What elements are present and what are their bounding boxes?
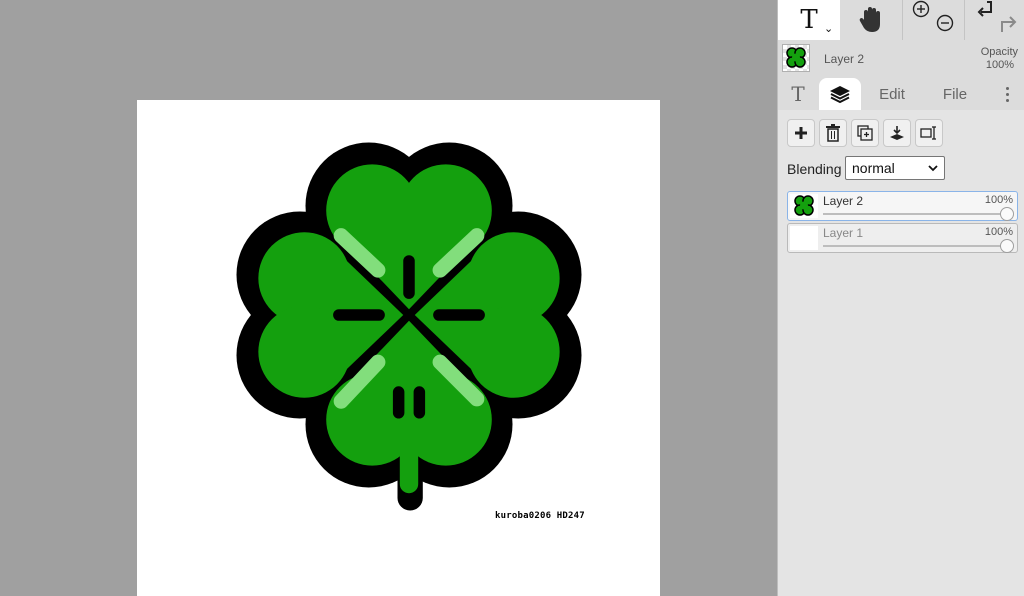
workspace: kuroba0206 HD247 bbox=[0, 0, 777, 596]
zoom-in-icon[interactable] bbox=[911, 0, 931, 20]
chevron-down-icon bbox=[928, 165, 938, 172]
merge-down-icon bbox=[890, 126, 904, 140]
tab-edit[interactable]: Edit bbox=[868, 78, 916, 110]
layer-properties-icon bbox=[920, 126, 936, 140]
blending-select[interactable]: normal bbox=[845, 156, 945, 180]
tab-file[interactable]: File bbox=[933, 78, 977, 110]
blending-value: normal bbox=[852, 160, 895, 176]
add-layer-icon bbox=[795, 127, 807, 139]
layer-row[interactable]: Layer 1 100% bbox=[787, 223, 1018, 253]
layer-name: Layer 2 bbox=[823, 194, 864, 208]
current-layer-name: Layer 2 bbox=[824, 52, 865, 66]
text-tool-button[interactable]: T ⌄ bbox=[778, 0, 840, 40]
text-tool-glyph: T bbox=[800, 5, 818, 35]
undo-icon[interactable] bbox=[975, 0, 995, 20]
layer-opacity: 100% bbox=[984, 226, 1013, 238]
blending-label: Blending bbox=[787, 161, 842, 177]
layers-icon bbox=[830, 86, 850, 104]
tab-layers[interactable] bbox=[819, 78, 861, 110]
layer-opacity: 100% bbox=[984, 194, 1013, 206]
layer-thumbnail[interactable] bbox=[782, 44, 810, 72]
redo-icon[interactable] bbox=[998, 12, 1020, 34]
delete-layer-icon bbox=[826, 124, 840, 142]
more-options-icon[interactable] bbox=[998, 78, 1016, 110]
clover-thumbnail-icon bbox=[786, 47, 806, 68]
opacity-slider-handle[interactable] bbox=[1000, 207, 1014, 221]
layers-panel: Blending normal Layer 2 100% Layer 1 100… bbox=[778, 110, 1024, 596]
opacity-slider-track[interactable] bbox=[823, 213, 1009, 215]
duplicate-layer-icon bbox=[857, 125, 873, 141]
current-layer-header: Layer 2 Opacity 100% bbox=[778, 40, 1024, 78]
layer-thumbnail bbox=[790, 194, 818, 218]
opacity-value[interactable]: 100% bbox=[986, 59, 1014, 71]
duplicate-layer-button[interactable] bbox=[851, 119, 879, 147]
hand-tool-button[interactable] bbox=[840, 0, 902, 40]
drawing-canvas[interactable]: kuroba0206 HD247 bbox=[137, 100, 660, 596]
tab-text[interactable]: T bbox=[778, 78, 818, 110]
watermark-text: kuroba0206 HD247 bbox=[495, 511, 585, 521]
merge-down-button[interactable] bbox=[883, 119, 911, 147]
delete-layer-button[interactable] bbox=[819, 119, 847, 147]
opacity-slider-handle[interactable] bbox=[1000, 239, 1014, 253]
opacity-label: Opacity bbox=[980, 46, 1018, 58]
add-layer-button[interactable] bbox=[787, 119, 815, 147]
opacity-slider-track[interactable] bbox=[823, 245, 1009, 247]
tool-bar: T ⌄ bbox=[778, 0, 1024, 40]
clover-illustration bbox=[236, 142, 582, 511]
chevron-down-icon[interactable]: ⌄ bbox=[824, 22, 833, 35]
clover-thumbnail-icon bbox=[794, 195, 814, 216]
zoom-buttons bbox=[902, 0, 964, 40]
layer-properties-button[interactable] bbox=[915, 119, 943, 147]
panel-tabs: T Edit File bbox=[778, 78, 1024, 110]
layer-row[interactable]: Layer 2 100% bbox=[787, 191, 1018, 221]
zoom-out-icon[interactable] bbox=[935, 14, 955, 34]
right-panel: T ⌄ Layer 2 Opacity 100% T Edit File Ble… bbox=[777, 0, 1024, 596]
layer-name: Layer 1 bbox=[823, 226, 864, 240]
layer-thumbnail bbox=[790, 226, 818, 250]
hand-icon bbox=[859, 7, 880, 32]
history-buttons bbox=[964, 0, 1024, 40]
